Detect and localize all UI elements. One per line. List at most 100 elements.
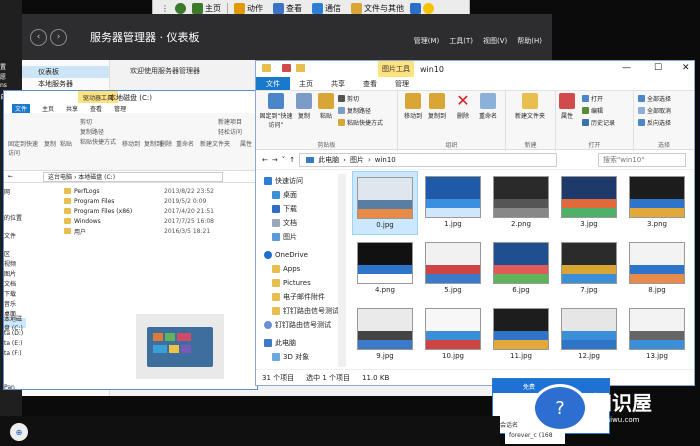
nav-item-dingtalk-2[interactable]: 钉钉路由信号测试 — [264, 318, 344, 332]
open-button[interactable]: 打开 — [582, 94, 603, 103]
breadcrumb-item[interactable]: win10 — [375, 156, 396, 164]
breadcrumb-item[interactable]: 此电脑 — [318, 155, 339, 165]
tab-view[interactable]: 查看 — [90, 104, 102, 113]
edit-button[interactable]: 编辑 — [582, 106, 603, 115]
nav-item-dingtalk-1[interactable]: 钉钉路由信号测试 — [264, 304, 344, 318]
delete-button[interactable]: ✕ 删除 — [454, 93, 472, 121]
thumbnail-item[interactable]: 3.png — [624, 171, 690, 235]
cut-button[interactable]: 剪切 — [80, 117, 92, 126]
up-icon[interactable]: ↑ — [289, 156, 295, 164]
nav-item-documents[interactable]: 文档 — [264, 216, 344, 230]
context-tab[interactable]: 图片工具 — [378, 61, 414, 77]
smiley-icon[interactable] — [423, 3, 434, 14]
tab-home[interactable]: 主页 — [42, 104, 54, 113]
close-button[interactable]: ✕ — [682, 63, 690, 73]
nav-item[interactable]: ta (E:) — [4, 338, 26, 348]
copy-to-button[interactable]: 复制到 — [426, 93, 448, 120]
nav-item-email-attachments[interactable]: 电子邮件附件 — [264, 290, 344, 304]
rename-button[interactable]: 重命名 — [176, 139, 194, 148]
thumbnail-item[interactable]: 8.jpg — [624, 237, 690, 301]
sidebar-item-local-server[interactable]: 本地服务器 — [22, 78, 109, 90]
nav-item-desktop[interactable]: 桌面 — [264, 188, 344, 202]
delete-button[interactable]: 删除 — [160, 139, 172, 148]
thumbnail-item[interactable]: 4.png — [352, 237, 418, 301]
paste-shortcut-button[interactable]: 粘贴快捷方式 — [80, 137, 116, 146]
history-button[interactable]: 历史记录 — [582, 118, 615, 127]
maximize-button[interactable]: ☐ — [654, 63, 662, 73]
tab-share[interactable]: 共享 — [66, 104, 78, 113]
paste-button[interactable]: 粘贴 — [60, 139, 72, 148]
file-row[interactable]: Program Files 2019/5/2 0:09 — [64, 196, 254, 206]
cut-button[interactable]: 剪切 — [338, 94, 359, 103]
copy-path-button[interactable]: 复制路径 — [338, 106, 371, 115]
file-row[interactable]: Program Files (x86) 2017/4/20 21:51 — [64, 206, 254, 216]
paste-button[interactable]: 粘贴 — [318, 93, 334, 120]
properties-icon[interactable] — [282, 64, 291, 72]
nav-item-pictures-od[interactable]: Pictures — [264, 276, 344, 290]
chevron-down-icon[interactable]: ˅ — [282, 156, 286, 164]
nav-item[interactable]: ta (F:) — [4, 348, 26, 358]
new-folder-button[interactable]: 新建文件夹 — [512, 93, 548, 120]
copy-path-button[interactable]: 复制路径 — [80, 127, 104, 136]
properties-button[interactable]: 属性 — [240, 139, 252, 148]
nav-item[interactable]: 下载 — [4, 288, 26, 298]
tab-file[interactable]: 文件 — [256, 77, 290, 90]
thumbnail-item[interactable]: 6.jpg — [488, 237, 554, 301]
back-icon[interactable]: ‹ — [30, 28, 47, 46]
nav-item[interactable]: ta (D:) — [4, 328, 26, 338]
thumbnail-item[interactable]: 2.png — [488, 171, 554, 235]
move-to-button[interactable]: 移动到 — [122, 139, 140, 148]
new-folder-button[interactable]: 新建文件夹 — [200, 139, 230, 148]
tab-manage[interactable]: 管理 — [114, 104, 126, 113]
menu-help[interactable]: 帮助(H) — [517, 36, 542, 46]
menu-view[interactable]: 视图(V) — [483, 36, 507, 46]
breadcrumb-item[interactable]: 图片 — [350, 155, 364, 165]
tab-home[interactable]: 主页 — [290, 79, 322, 89]
tab-share[interactable]: 共享 — [322, 79, 354, 89]
paste-shortcut-button[interactable]: 粘贴快捷方式 — [338, 118, 383, 127]
invert-selection-button[interactable]: 反向选择 — [638, 118, 671, 127]
thumbnail-item[interactable]: 5.jpg — [420, 237, 486, 301]
windows-icon[interactable] — [410, 3, 421, 14]
menu-manage[interactable]: 管理(M) — [414, 36, 440, 46]
nav-item[interactable]: 视频 — [4, 258, 26, 268]
file-row[interactable]: Windows 2017/7/25 16:08 — [64, 216, 254, 226]
easy-access-button[interactable]: 轻松访问 — [218, 127, 242, 136]
address-path[interactable]: 这台电脑 › 本地磁盘 (C:) — [43, 171, 224, 182]
nav-item[interactable]: 网 — [4, 186, 26, 196]
scrollbar[interactable] — [338, 174, 346, 367]
menu-tools[interactable]: 工具(T) — [449, 36, 473, 46]
nav-item-apps[interactable]: Apps — [264, 262, 344, 276]
start-button[interactable]: ⊕ — [10, 423, 28, 441]
refresh-icon[interactable] — [175, 3, 186, 14]
thumbnail-item[interactable]: 9.jpg — [352, 303, 418, 367]
forward-icon[interactable]: → — [272, 156, 278, 164]
nav-item[interactable]: Pan — [4, 382, 26, 392]
back-icon[interactable]: ← — [262, 156, 268, 164]
nav-item-quick-access[interactable]: 快速访问 — [264, 174, 344, 188]
select-none-button[interactable]: 全部取消 — [638, 106, 671, 115]
forward-icon[interactable]: › — [50, 28, 67, 46]
nav-item-pictures[interactable]: 图片 — [264, 230, 344, 244]
tab-manage[interactable]: 管理 — [386, 79, 418, 89]
copy-button[interactable]: 复制 — [44, 139, 56, 148]
nav-item-downloads[interactable]: 下载 — [264, 202, 344, 216]
select-all-button[interactable]: 全部选择 — [638, 94, 671, 103]
nav-item[interactable]: 本地磁盘 (C:) — [4, 316, 26, 332]
nav-item[interactable]: 区 — [4, 248, 26, 258]
thumbnail-item[interactable]: 3.jpg — [556, 171, 622, 235]
thumbnail-item[interactable]: 10.jpg — [420, 303, 486, 367]
thumbnail-item[interactable]: 13.jpg — [624, 303, 690, 367]
thumbnail-item[interactable]: 11.jpg — [488, 303, 554, 367]
new-item-button[interactable]: 新建项目 — [218, 117, 242, 126]
properties-button[interactable]: 属性 — [558, 93, 576, 120]
nav-item-onedrive[interactable]: OneDrive — [264, 248, 344, 262]
thumbnail-item[interactable]: 12.jpg — [556, 303, 622, 367]
nav-item[interactable]: 的位置 — [4, 212, 26, 222]
nav-item[interactable]: 图片 — [4, 268, 26, 278]
file-row[interactable]: PerfLogs 2013/8/22 23:52 — [64, 186, 254, 196]
nav-item[interactable]: 文档 — [4, 278, 26, 288]
thumbnail-item[interactable]: 1.jpg — [420, 171, 486, 235]
move-to-button[interactable]: 移动到 — [402, 93, 424, 120]
back-icon[interactable]: ← — [8, 173, 13, 180]
